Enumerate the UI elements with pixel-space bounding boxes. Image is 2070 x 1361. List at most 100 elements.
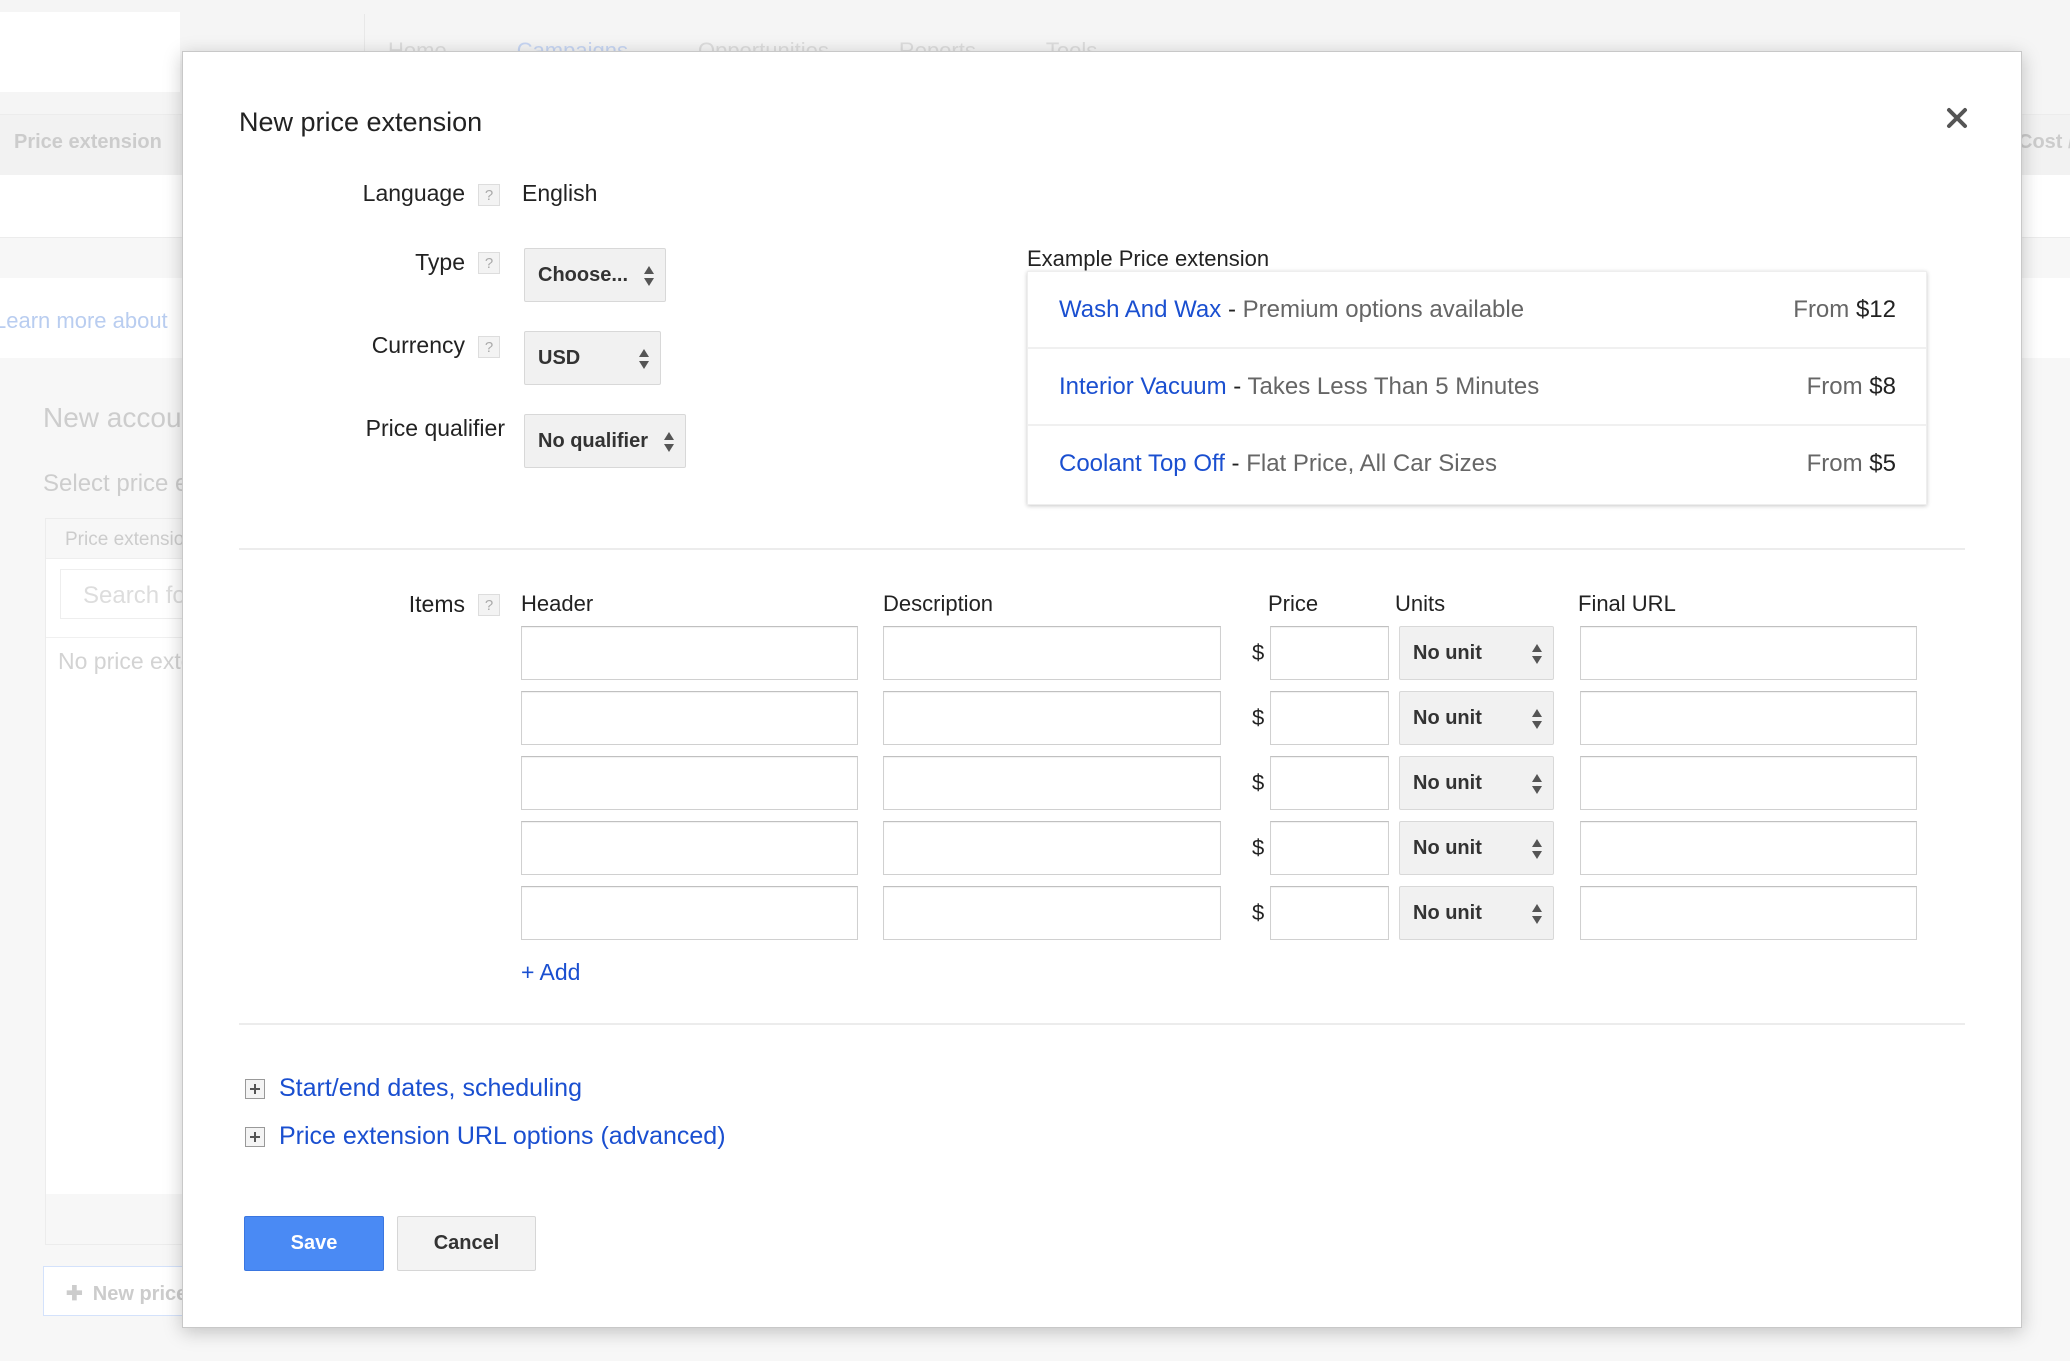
item-description-input[interactable] <box>883 821 1221 875</box>
item-units-select[interactable]: No unit <box>1399 691 1554 745</box>
item-description-input[interactable] <box>883 886 1221 940</box>
items-help-icon[interactable]: ? <box>478 594 500 616</box>
plus-icon: ✚ <box>66 1283 83 1305</box>
currency-symbol: $ <box>1252 835 1265 860</box>
currency-symbol: $ <box>1252 900 1265 925</box>
example-description: Takes Less Than 5 Minutes <box>1247 373 1540 400</box>
type-select[interactable]: Choose... <box>524 248 666 302</box>
currency-select-value: USD <box>538 347 581 369</box>
price-qualifier-select[interactable]: No qualifier <box>524 414 686 468</box>
example-preview: Wash And Wax - Premium options available… <box>1027 271 1927 505</box>
item-final-url-input[interactable] <box>1580 886 1917 940</box>
item-header-input[interactable] <box>521 756 858 810</box>
item-price-input[interactable] <box>1270 886 1389 940</box>
item-units-value: No unit <box>1413 642 1482 664</box>
item-header-input[interactable] <box>521 691 858 745</box>
item-units-value: No unit <box>1413 707 1482 729</box>
select-arrows-icon <box>1532 774 1542 794</box>
currency-label: Currency <box>371 332 465 358</box>
example-price: $5 <box>1869 450 1896 477</box>
example-description: Premium options available <box>1242 296 1525 323</box>
new-price-extension-dialog: New price extension Language ? English T… <box>182 51 2022 1328</box>
column-description: Description <box>883 591 994 616</box>
type-help-icon[interactable]: ? <box>478 252 500 274</box>
select-arrows-icon <box>664 432 674 452</box>
example-label: Example Price extension <box>1027 246 1270 271</box>
example-header: Coolant Top Off <box>1059 450 1225 477</box>
expander-url-options[interactable]: Price extension URL options (advanced) <box>245 1122 726 1151</box>
dialog-title: New price extension <box>239 107 483 137</box>
currency-symbol: $ <box>1252 770 1265 795</box>
price-qualifier-label: Price qualifier <box>365 415 505 441</box>
logo-area <box>0 12 180 92</box>
item-description-input[interactable] <box>883 756 1221 810</box>
save-button[interactable]: Save <box>244 1216 384 1271</box>
item-units-value: No unit <box>1413 837 1482 859</box>
panel-title: New account <box>43 402 205 433</box>
currency-symbol: $ <box>1252 705 1265 730</box>
item-header-input[interactable] <box>521 626 858 680</box>
example-description: Flat Price, All Car Sizes <box>1246 450 1497 477</box>
column-units: Units <box>1395 591 1446 616</box>
item-description-input[interactable] <box>883 626 1221 680</box>
type-label: Type <box>415 249 465 275</box>
close-icon[interactable] <box>1942 103 1972 133</box>
items-label: Items <box>408 591 465 617</box>
item-description-input[interactable] <box>883 691 1221 745</box>
item-units-value: No unit <box>1413 772 1482 794</box>
section-divider <box>239 548 1965 550</box>
item-header-input[interactable] <box>521 886 858 940</box>
example-price: $8 <box>1869 373 1896 400</box>
example-separator: - <box>1224 450 1247 477</box>
item-final-url-input[interactable] <box>1580 691 1917 745</box>
language-help-icon[interactable]: ? <box>478 184 500 206</box>
item-units-select[interactable]: No unit <box>1399 886 1554 940</box>
section-divider <box>239 1023 1965 1025</box>
select-arrows-icon <box>639 349 649 369</box>
expander-scheduling[interactable]: Start/end dates, scheduling <box>245 1074 582 1103</box>
item-units-select[interactable]: No unit <box>1399 821 1554 875</box>
example-row: Interior Vacuum - Takes Less Than 5 Minu… <box>1028 349 1926 426</box>
example-header: Wash And Wax <box>1059 296 1222 323</box>
example-row: Coolant Top Off - Flat Price, All Car Si… <box>1028 426 1926 503</box>
column-cost: Cost / <box>2018 131 2070 153</box>
example-separator: - <box>1221 296 1243 323</box>
language-value: English <box>522 180 598 206</box>
item-price-input[interactable] <box>1270 626 1389 680</box>
item-final-url-input[interactable] <box>1580 626 1917 680</box>
select-arrows-icon <box>1532 709 1542 729</box>
learn-more-link[interactable]: Learn more about <box>0 308 168 334</box>
item-final-url-input[interactable] <box>1580 756 1917 810</box>
column-final-url: Final URL <box>1578 591 1676 616</box>
item-units-select[interactable]: No unit <box>1399 756 1554 810</box>
column-price-extension: Price extension <box>14 131 162 153</box>
example-from: From <box>1806 450 1870 477</box>
item-final-url-input[interactable] <box>1580 821 1917 875</box>
example-from: From <box>1793 296 1856 323</box>
type-select-value: Choose... <box>538 264 629 286</box>
cancel-button[interactable]: Cancel <box>397 1216 536 1271</box>
expander-url-options-label: Price extension URL options (advanced) <box>279 1122 726 1150</box>
example-price: $12 <box>1855 296 1896 323</box>
expander-scheduling-label: Start/end dates, scheduling <box>279 1074 582 1102</box>
expand-plus-icon <box>245 1078 265 1099</box>
example-header: Interior Vacuum <box>1059 373 1227 400</box>
select-arrows-icon <box>1532 839 1542 859</box>
column-price: Price <box>1268 591 1319 616</box>
item-header-input[interactable] <box>521 821 858 875</box>
item-price-input[interactable] <box>1270 691 1389 745</box>
item-units-value: No unit <box>1413 902 1482 924</box>
example-from: From <box>1806 373 1870 400</box>
item-price-input[interactable] <box>1270 821 1389 875</box>
add-item-link[interactable]: + Add <box>521 959 580 986</box>
language-label: Language <box>362 180 465 206</box>
currency-symbol: $ <box>1252 640 1265 665</box>
select-arrows-icon <box>1532 644 1542 664</box>
currency-select[interactable]: USD <box>524 331 661 385</box>
nav-separator <box>364 14 365 54</box>
currency-help-icon[interactable]: ? <box>478 336 500 358</box>
item-price-input[interactable] <box>1270 756 1389 810</box>
item-units-select[interactable]: No unit <box>1399 626 1554 680</box>
price-qualifier-select-value: No qualifier <box>538 430 649 452</box>
expand-plus-icon <box>245 1126 265 1147</box>
